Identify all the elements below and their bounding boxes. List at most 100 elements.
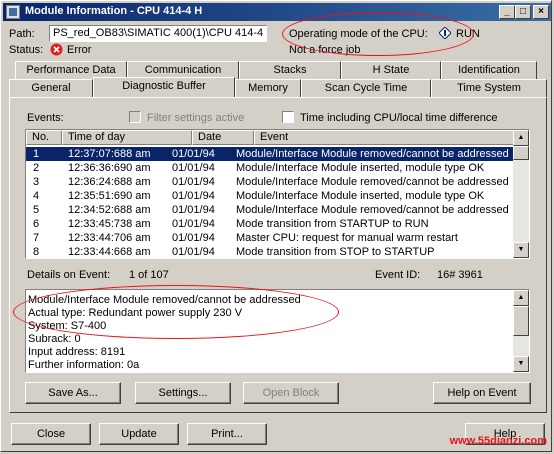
- scroll-up-icon[interactable]: ▲: [513, 290, 529, 306]
- row-date: 01/01/94: [172, 232, 215, 244]
- scroll-thumb[interactable]: [513, 306, 529, 336]
- row-time: 12:36:36:690 am: [68, 162, 151, 174]
- detail-line: Module/Interface Module removed/cannot b…: [28, 294, 301, 306]
- column-header-date[interactable]: Date: [192, 130, 254, 145]
- detail-line: Further information: 0a: [28, 359, 140, 371]
- tab-h-state[interactable]: H State: [341, 61, 441, 79]
- close-window-button[interactable]: ×: [533, 5, 549, 19]
- table-row[interactable]: 4 12:35:51:690 am 01/01/94 Module/Interf…: [26, 189, 514, 203]
- details-position: 1 of 107: [129, 269, 169, 281]
- table-row[interactable]: 6 12:33:45:738 am 01/01/94 Mode transiti…: [26, 217, 514, 231]
- settings-button[interactable]: Settings...: [135, 382, 231, 404]
- path-field: PS_red_OB83\SIMATIC 400(1)\CPU 414-4 H: [49, 25, 267, 42]
- row-time: 12:36:24:688 am: [68, 176, 151, 188]
- detail-line: Actual type: Redundant power supply 230 …: [28, 307, 243, 319]
- minimize-button[interactable]: _: [499, 5, 515, 19]
- maximize-button[interactable]: □: [515, 5, 531, 19]
- row-no: 5: [33, 204, 40, 216]
- run-mode-icon: [438, 26, 452, 40]
- row-date: 01/01/94: [172, 148, 215, 160]
- operating-mode-label: Operating mode of the CPU:: [289, 28, 428, 40]
- tab-diagnostic-buffer[interactable]: Diagnostic Buffer: [93, 77, 235, 97]
- tab-memory[interactable]: Memory: [235, 79, 301, 97]
- event-id-value: 16# 3961: [437, 269, 483, 281]
- row-time: 12:33:44:706 am: [68, 232, 151, 244]
- row-time: 12:33:45:738 am: [68, 218, 151, 230]
- table-row[interactable]: 1 12:37:07:688 am 01/01/94 Module/Interf…: [26, 147, 514, 161]
- table-row[interactable]: 7 12:33:44:706 am 01/01/94 Master CPU: r…: [26, 231, 514, 245]
- row-event: Module/Interface Module inserted, module…: [236, 162, 485, 174]
- row-event: Module/Interface Module inserted, module…: [236, 190, 485, 202]
- detail-line: Input address: 8191: [28, 346, 126, 358]
- status-value: Error: [67, 44, 92, 56]
- details-scrollbar[interactable]: ▲ ▼: [513, 290, 529, 372]
- row-event: Module/Interface Module removed/cannot b…: [236, 204, 509, 216]
- row-no: 1: [33, 148, 40, 160]
- row-event: Module/Interface Module removed/cannot b…: [236, 148, 509, 160]
- detail-line: System: S7-400: [28, 320, 107, 332]
- row-no: 6: [33, 218, 40, 230]
- row-event: Mode transition from STOP to STARTUP: [236, 246, 435, 258]
- event-id-label: Event ID:: [375, 269, 421, 281]
- help-on-event-button[interactable]: Help on Event: [433, 382, 531, 404]
- detail-line: Subrack: 0: [28, 333, 81, 345]
- table-row[interactable]: 8 12:33:44:668 am 01/01/94 Mode transiti…: [26, 245, 514, 258]
- events-scrollbar[interactable]: ▲ ▼: [513, 130, 529, 258]
- table-row[interactable]: 5 12:34:52:688 am 01/01/94 Module/Interf…: [26, 203, 514, 217]
- watermark: www.55dianzi.com: [449, 435, 547, 447]
- close-button[interactable]: Close: [11, 423, 91, 445]
- row-no: 2: [33, 162, 40, 174]
- tab-time-system[interactable]: Time System: [431, 79, 547, 97]
- window-title: Module Information - CPU 414-4 H: [25, 5, 203, 17]
- row-date: 01/01/94: [172, 176, 215, 188]
- path-label: Path:: [9, 28, 35, 40]
- column-header-no[interactable]: No.: [26, 130, 62, 145]
- row-date: 01/01/94: [172, 204, 215, 216]
- scroll-down-icon[interactable]: ▼: [513, 356, 529, 372]
- events-label: Events:: [27, 112, 64, 124]
- open-block-button[interactable]: Open Block: [243, 382, 339, 404]
- row-event: Master CPU: request for manual warm rest…: [236, 232, 458, 244]
- details-label: Details on Event:: [27, 269, 111, 281]
- time-difference-label: Time including CPU/local time difference: [300, 112, 498, 124]
- row-no: 4: [33, 190, 40, 202]
- tab-identification[interactable]: Identification: [441, 61, 537, 79]
- row-date: 01/01/94: [172, 162, 215, 174]
- app-icon: [6, 5, 20, 19]
- row-time: 12:37:07:688 am: [68, 148, 151, 160]
- force-status: Not a force job: [289, 44, 361, 56]
- table-row[interactable]: 3 12:36:24:688 am 01/01/94 Module/Interf…: [26, 175, 514, 189]
- row-event: Module/Interface Module removed/cannot b…: [236, 176, 509, 188]
- row-date: 01/01/94: [172, 246, 215, 258]
- row-no: 3: [33, 176, 40, 188]
- update-button[interactable]: Update: [99, 423, 179, 445]
- scroll-up-icon[interactable]: ▲: [513, 130, 529, 146]
- print-button[interactable]: Print...: [187, 423, 267, 445]
- row-no: 8: [33, 246, 40, 258]
- column-header-event[interactable]: Event: [254, 130, 514, 145]
- row-time: 12:34:52:688 am: [68, 204, 151, 216]
- scroll-thumb[interactable]: [513, 146, 529, 160]
- row-date: 01/01/94: [172, 218, 215, 230]
- events-list[interactable]: No. Time of day Date Event 1 12:37:07:68…: [25, 129, 530, 259]
- module-information-window: Module Information - CPU 414-4 H _ □ × P…: [0, 0, 552, 452]
- tab-general[interactable]: General: [9, 79, 93, 97]
- row-date: 01/01/94: [172, 190, 215, 202]
- error-icon: [50, 43, 63, 56]
- row-time: 12:35:51:690 am: [68, 190, 151, 202]
- tab-scan-cycle-time[interactable]: Scan Cycle Time: [301, 79, 431, 97]
- operating-mode-value: RUN: [456, 28, 480, 40]
- status-label: Status:: [9, 44, 44, 56]
- row-event: Mode transition from STARTUP to RUN: [236, 218, 429, 230]
- row-no: 7: [33, 232, 40, 244]
- filter-settings-label: Filter settings active: [147, 112, 245, 124]
- event-details-text[interactable]: Module/Interface Module removed/cannot b…: [25, 289, 530, 373]
- title-bar[interactable]: Module Information - CPU 414-4 H _ □ ×: [3, 3, 551, 21]
- scroll-down-icon[interactable]: ▼: [513, 242, 529, 258]
- save-as-button[interactable]: Save As...: [25, 382, 121, 404]
- table-row[interactable]: 2 12:36:36:690 am 01/01/94 Module/Interf…: [26, 161, 514, 175]
- tab-stacks[interactable]: Stacks: [239, 61, 341, 79]
- column-header-time[interactable]: Time of day: [62, 130, 192, 145]
- filter-settings-checkbox[interactable]: [129, 111, 141, 123]
- time-difference-checkbox[interactable]: [282, 111, 294, 123]
